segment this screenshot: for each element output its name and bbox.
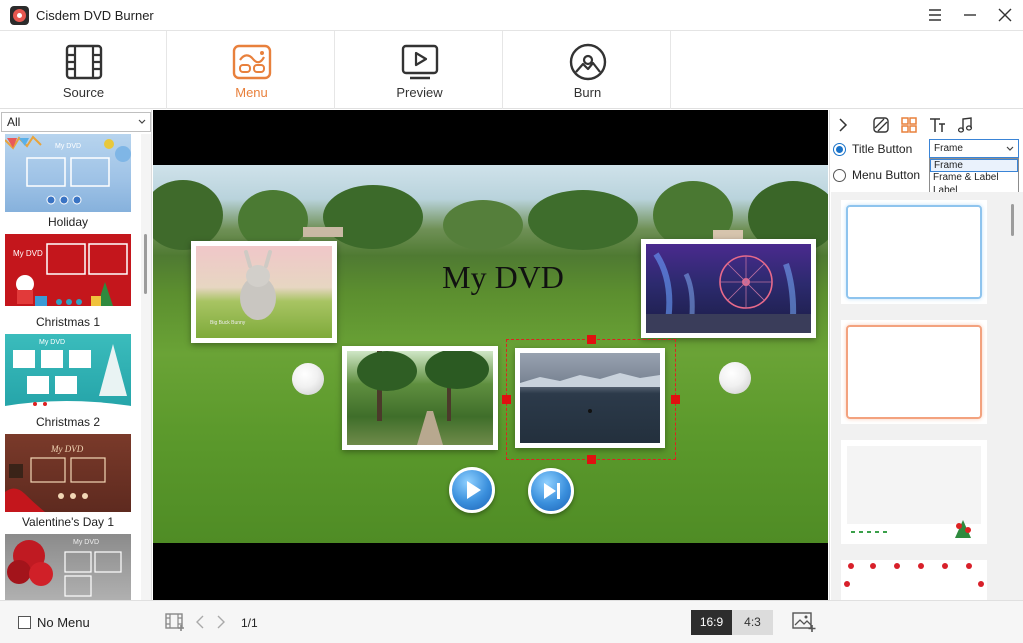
svg-text:Big Buck Bunny: Big Buck Bunny — [210, 320, 246, 326]
hamburger-menu-icon[interactable] — [923, 4, 947, 26]
tab-menu[interactable]: Menu — [168, 31, 335, 109]
chevron-down-icon — [1006, 146, 1014, 151]
menu-preview-canvas: My DVD Big Buck Bunny — [153, 110, 828, 600]
music-icon[interactable] — [956, 116, 974, 134]
tab-preview-label: Preview — [396, 85, 443, 100]
template-label: Holiday — [47, 215, 89, 229]
template-label: Christmas 1 — [35, 315, 100, 329]
minimize-icon[interactable] — [958, 4, 982, 26]
template-item-christmas-2[interactable]: My DVD Christmas 2 — [5, 334, 131, 432]
template-panel: All My DVD Holiday My DVD Christmas 1 My… — [0, 110, 152, 600]
menu-button-radio-label: Menu Button — [852, 168, 921, 182]
resize-handle[interactable] — [502, 395, 511, 404]
scroll-thumb[interactable] — [1011, 204, 1014, 236]
properties-panel: Title Button Menu Button Frame Frame Fra… — [829, 110, 1023, 600]
frame-layout-icon[interactable] — [900, 116, 918, 134]
template-thumbnail: My DVD — [5, 234, 131, 312]
template-thumbnail: My DVD — [5, 534, 131, 600]
template-filter-value: All — [7, 115, 21, 129]
golf-ball-decoration — [292, 363, 324, 395]
checkbox-box — [18, 616, 31, 629]
main-toolbar: Source Menu Preview Burn — [0, 31, 1023, 109]
play-screen-icon — [401, 44, 439, 80]
text-icon[interactable] — [928, 116, 946, 134]
svg-text:My DVD: My DVD — [50, 444, 84, 454]
svg-text:My DVD: My DVD — [39, 339, 65, 346]
golf-ball-decoration — [719, 362, 751, 394]
aspect-ratio-16-9-button[interactable]: 16:9 — [691, 610, 732, 635]
disc-icon — [569, 43, 607, 81]
close-icon[interactable] — [993, 4, 1017, 26]
play-icon — [467, 481, 481, 499]
title-button-thumbnail-3[interactable] — [342, 346, 498, 450]
app-logo-icon — [10, 6, 29, 25]
template-thumbnail: My DVD — [5, 434, 131, 512]
template-item-5[interactable]: My DVD — [5, 534, 131, 600]
chevron-down-icon — [138, 119, 146, 124]
svg-text:My DVD: My DVD — [55, 143, 81, 150]
button-style-select[interactable]: Frame — [929, 139, 1019, 158]
template-item-holiday[interactable]: My DVD Holiday — [5, 134, 131, 232]
add-background-image-icon[interactable] — [791, 611, 817, 633]
menu-button-radio[interactable]: Menu Button — [833, 166, 920, 184]
template-item-valentines-day-1[interactable]: My DVD Valentine's Day 1 — [5, 434, 131, 532]
no-menu-label: No Menu — [37, 615, 90, 630]
radio-indicator — [833, 168, 846, 182]
template-filter-select[interactable]: All — [1, 112, 151, 132]
next-page-icon[interactable] — [215, 614, 227, 630]
scroll-thumb[interactable] — [144, 234, 147, 294]
title-button-radio-label: Title Button — [852, 142, 913, 156]
template-list: My DVD Holiday My DVD Christmas 1 My DVD… — [0, 134, 140, 600]
collapse-chevron-icon[interactable] — [834, 116, 852, 134]
title-button-thumbnail-1[interactable]: Big Buck Bunny — [191, 241, 337, 343]
title-button-thumbnail-2[interactable] — [641, 239, 816, 338]
menu-template-icon — [232, 44, 272, 80]
title-button-thumbnail-4[interactable] — [515, 348, 665, 448]
frame-style-hearts[interactable] — [841, 560, 987, 600]
template-scrollbar[interactable] — [141, 134, 151, 600]
page-indicator: 1/1 — [241, 616, 258, 630]
add-page-icon[interactable] — [164, 612, 186, 632]
tab-source-label: Source — [62, 85, 105, 100]
menu-background: My DVD Big Buck Bunny — [153, 165, 828, 543]
menu-title[interactable]: My DVD — [423, 259, 583, 296]
play-all-button[interactable] — [449, 467, 495, 513]
resize-handle[interactable] — [587, 455, 596, 464]
app-window: Cisdem DVD Burner Source Menu Preview Bu… — [0, 0, 1023, 643]
background-icon[interactable] — [872, 116, 890, 134]
tab-burn[interactable]: Burn — [504, 31, 671, 109]
resize-handle[interactable] — [587, 335, 596, 344]
frame-list-scrollbar[interactable] — [1007, 192, 1019, 600]
aspect-ratio-4-3-button[interactable]: 4:3 — [732, 610, 773, 635]
template-thumbnail: My DVD — [5, 334, 131, 412]
tab-source[interactable]: Source — [0, 31, 167, 109]
title-button-radio[interactable]: Title Button — [833, 140, 912, 158]
dropdown-option-frame-label[interactable]: Frame & Label — [930, 172, 1018, 185]
tab-preview[interactable]: Preview — [336, 31, 503, 109]
resize-handle[interactable] — [671, 395, 680, 404]
template-label: Christmas 2 — [35, 415, 100, 429]
frame-style-list — [831, 192, 1023, 600]
app-title: Cisdem DVD Burner — [36, 8, 154, 23]
template-item-christmas-1[interactable]: My DVD Christmas 1 — [5, 234, 131, 332]
next-chapter-button[interactable] — [528, 468, 574, 514]
template-label: Valentine's Day 1 — [21, 515, 115, 529]
template-thumbnail: My DVD — [5, 134, 131, 212]
radio-indicator — [833, 142, 846, 156]
previous-page-icon[interactable] — [194, 614, 206, 630]
frame-style-blue[interactable] — [841, 200, 987, 304]
title-bar: Cisdem DVD Burner — [0, 0, 1023, 31]
button-style-value: Frame — [934, 143, 963, 154]
tab-burn-label: Burn — [573, 85, 602, 100]
skip-next-icon — [544, 483, 560, 499]
film-icon — [65, 44, 103, 80]
svg-text:My DVD: My DVD — [13, 249, 43, 258]
bottom-bar: No Menu 1/1 16:9 4:3 — [0, 600, 1023, 643]
dropdown-option-frame[interactable]: Frame — [930, 159, 1018, 172]
frame-style-orange[interactable] — [841, 320, 987, 424]
frame-style-christmas[interactable] — [841, 440, 987, 544]
tab-menu-label: Menu — [235, 85, 268, 100]
svg-text:My DVD: My DVD — [73, 539, 99, 546]
no-menu-checkbox[interactable]: No Menu — [18, 615, 90, 630]
